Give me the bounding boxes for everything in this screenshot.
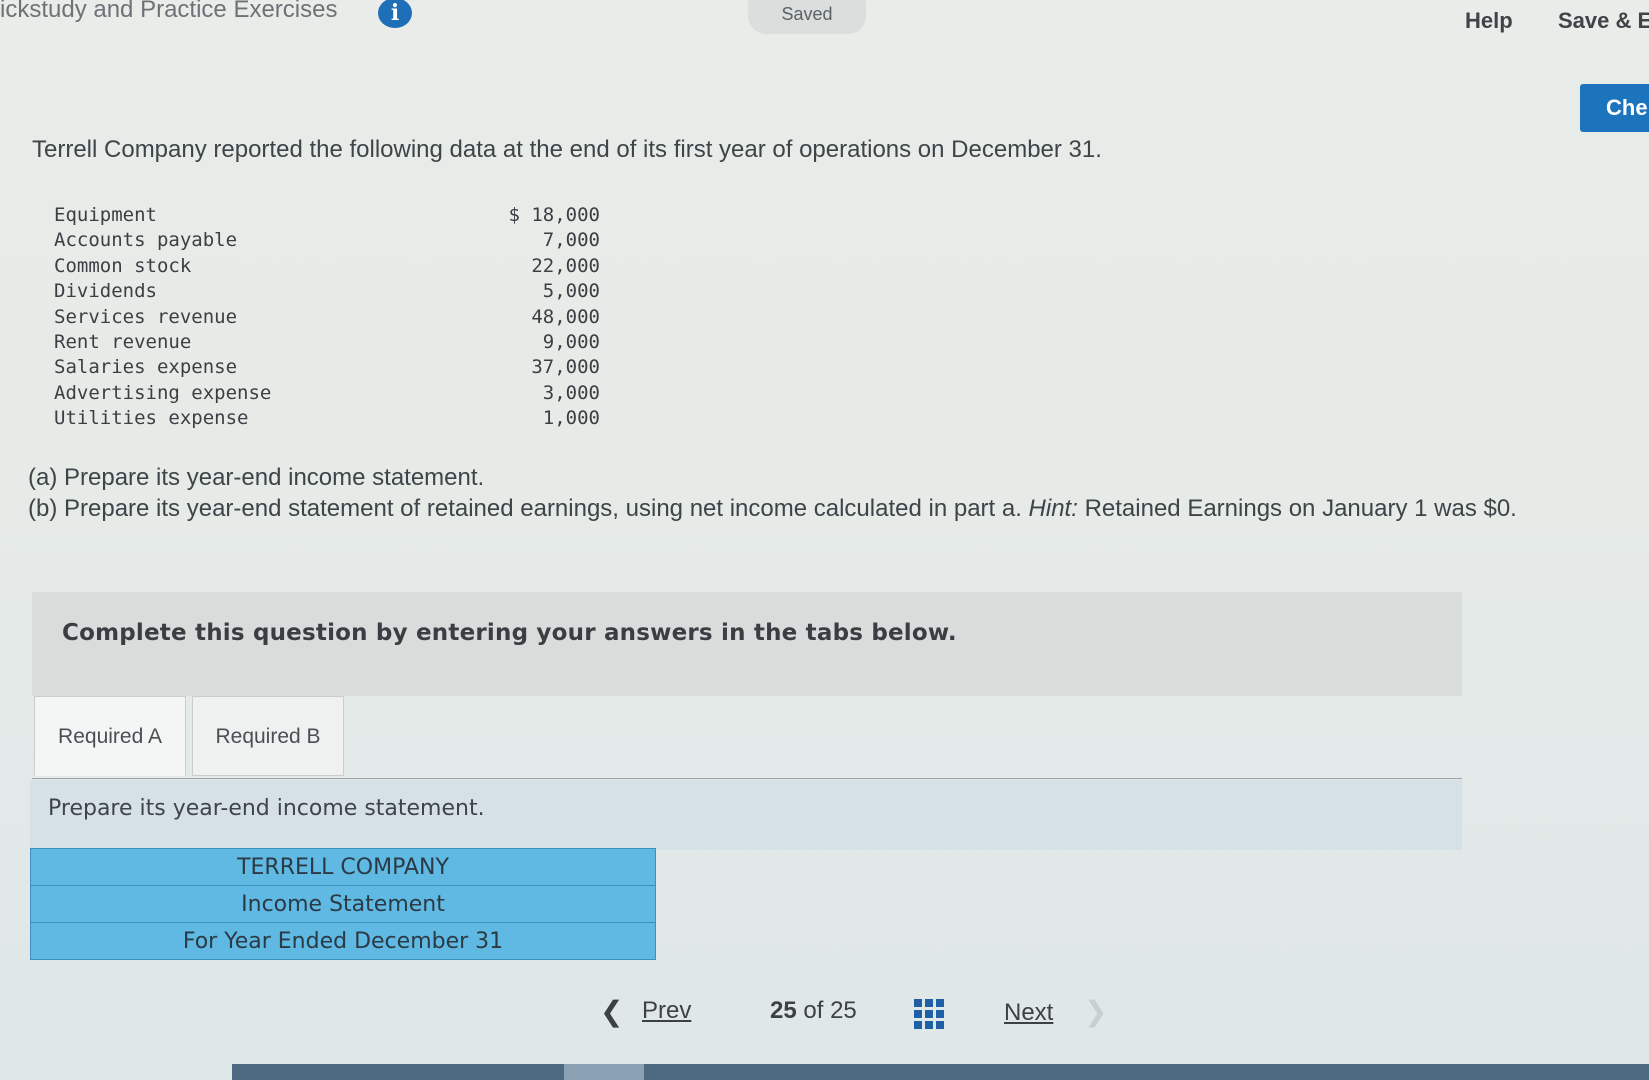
page-counter: 25 of 25 xyxy=(770,997,857,1025)
account-name: Dividends xyxy=(54,280,157,303)
top-bar: ickstudy and Practice Exercises i Saved … xyxy=(0,0,1649,60)
chevron-left-icon[interactable]: ❮ xyxy=(600,995,623,1028)
tab-prompt-text: Prepare its year-end income statement. xyxy=(48,796,485,821)
account-amount: 22,000 xyxy=(531,254,600,277)
income-statement-header: TERRELL COMPANY Income Statement For Yea… xyxy=(30,848,656,960)
account-name: Salaries expense xyxy=(54,356,238,379)
save-exit-button[interactable]: Save & E xyxy=(1558,8,1649,34)
account-amount: 48,000 xyxy=(531,305,600,328)
complete-question-panel: Complete this question by entering your … xyxy=(32,592,1462,696)
account-name: Accounts payable xyxy=(54,229,238,252)
part-b-text: (b) Prepare its year-end statement of re… xyxy=(28,493,1628,524)
table-row: Accounts payable 7,000 xyxy=(54,228,614,253)
statement-title: Income Statement xyxy=(30,885,656,923)
of-label: of xyxy=(803,997,824,1024)
account-name: Equipment xyxy=(54,204,157,226)
table-row: Common stock 22,000 xyxy=(54,254,614,279)
account-name: Rent revenue xyxy=(54,331,192,354)
table-row: Rent revenue 9,000 xyxy=(54,330,614,355)
info-icon[interactable]: i xyxy=(378,0,412,28)
total-pages: 25 xyxy=(830,997,857,1024)
statement-period: For Year Ended December 31 xyxy=(30,922,656,960)
account-amount: 3,000 xyxy=(542,381,600,404)
tab-required-a[interactable]: Required A xyxy=(34,696,186,776)
table-row: Dividends 5,000 xyxy=(54,279,614,304)
tab-required-b[interactable]: Required B xyxy=(192,696,344,776)
instructions: (a) Prepare its year-end income statemen… xyxy=(28,462,1628,524)
check-button[interactable]: Che xyxy=(1580,84,1649,132)
prev-button[interactable]: Prev xyxy=(642,997,691,1025)
help-link[interactable]: Help xyxy=(1465,8,1513,34)
problem-intro: Terrell Company reported the following d… xyxy=(32,136,1102,163)
current-page: 25 xyxy=(770,997,797,1024)
app-title: ickstudy and Practice Exercises xyxy=(0,0,338,23)
grid-icon[interactable] xyxy=(914,999,944,1029)
account-amount: 37,000 xyxy=(531,356,600,379)
part-a-text: (a) Prepare its year-end income statemen… xyxy=(28,464,485,491)
account-name: Services revenue xyxy=(54,305,238,328)
next-button[interactable]: Next xyxy=(1004,999,1053,1027)
part-b-suffix: Retained Earnings on January 1 was $0. xyxy=(1077,495,1517,522)
table-row: Utilities expense 1,000 xyxy=(54,406,614,431)
tab-divider xyxy=(32,778,1462,779)
saved-status: Saved xyxy=(748,0,866,34)
account-amount: 1,000 xyxy=(542,407,600,430)
account-amount: 7,000 xyxy=(542,229,600,252)
table-row: Equipment $ 18,000 xyxy=(54,203,614,228)
account-name: Advertising expense xyxy=(54,381,272,404)
account-name: Common stock xyxy=(54,254,192,277)
tab-prompt-panel: Prepare its year-end income statement. xyxy=(30,780,1462,850)
account-name: Utilities expense xyxy=(54,407,249,430)
complete-question-text: Complete this question by entering your … xyxy=(62,620,957,646)
table-row: Advertising expense 3,000 xyxy=(54,381,614,406)
table-row: Salaries expense 37,000 xyxy=(54,355,614,380)
bottom-toolbar-strip xyxy=(232,1064,1649,1080)
statement-company: TERRELL COMPANY xyxy=(30,848,656,886)
hint-label: Hint: xyxy=(1028,495,1078,522)
table-row: Services revenue 48,000 xyxy=(54,305,614,330)
chevron-right-icon[interactable]: ❯ xyxy=(1084,995,1107,1028)
part-b-prefix: (b) Prepare its year-end statement of re… xyxy=(28,495,1029,522)
pager: ❮ Prev 25 of 25 Next ❯ xyxy=(600,995,1120,1035)
bottom-toolbar-segment xyxy=(564,1064,644,1080)
account-amount: 9,000 xyxy=(542,331,600,354)
account-data-table: Equipment $ 18,000 Accounts payable 7,00… xyxy=(54,203,614,432)
account-amount: $ 18,000 xyxy=(508,204,600,226)
account-amount: 5,000 xyxy=(542,280,600,303)
